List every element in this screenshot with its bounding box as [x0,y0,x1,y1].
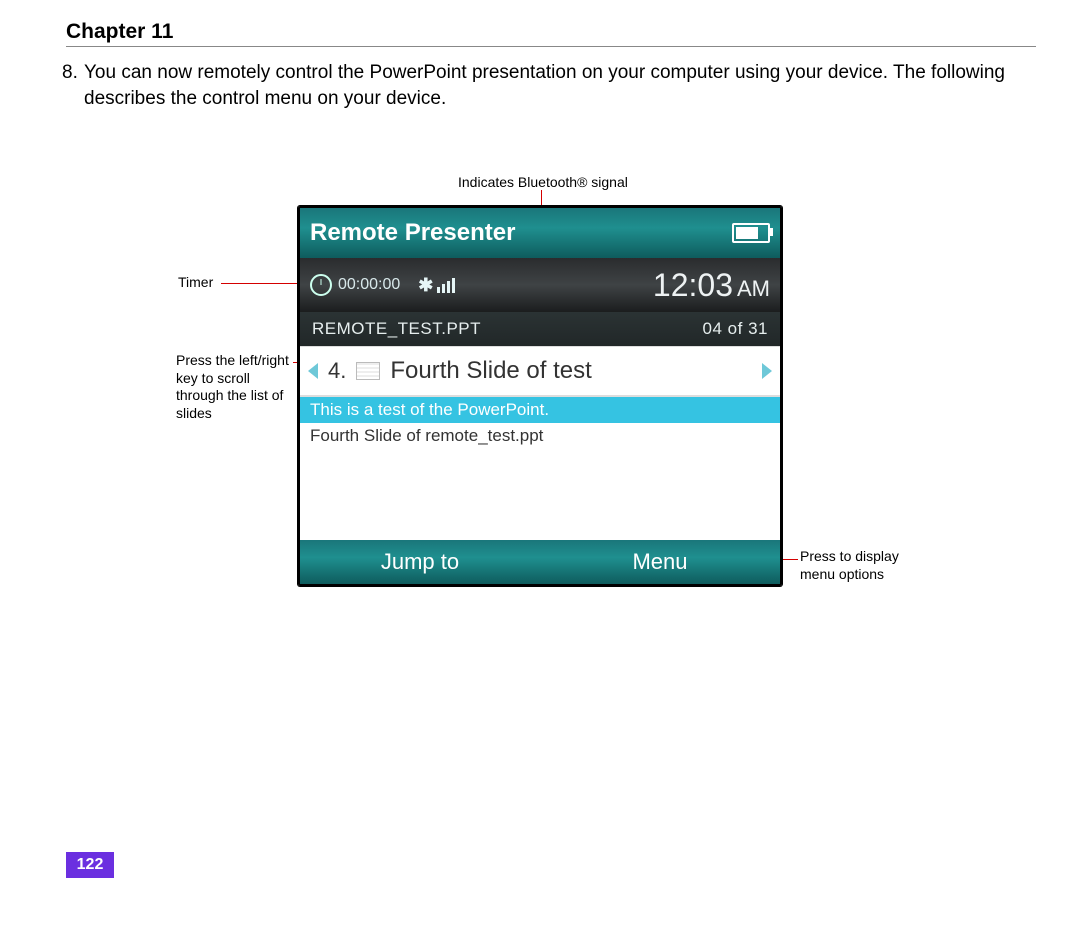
signal-bars-icon [437,278,455,293]
clock-display: 12:03 AM [653,267,770,304]
timer-value: 00:00:00 [338,276,400,294]
chapter-header: Chapter 11 [66,20,1036,47]
timer-display: 00:00:00 [310,274,400,296]
callout-timer: Timer [178,274,213,292]
filename: REMOTE_TEST.PPT [312,319,481,339]
device-screenshot: Remote Presenter 00:00:00 ✱ 12:03 AM REM… [298,206,782,586]
device-title-bar: Remote Presenter [300,208,780,258]
slide-notes: This is a test of the PowerPoint. Fourth… [300,397,780,449]
chevron-left-icon[interactable] [308,363,318,379]
status-bar: 00:00:00 ✱ 12:03 AM [300,258,780,312]
note-line-highlight: This is a test of the PowerPoint. [300,397,780,423]
chapter-title: Chapter 11 [66,20,1036,47]
list-number: 8. [62,60,78,86]
battery-icon [732,223,770,243]
body-paragraph: 8. You can now remotely control the Powe… [84,60,1036,111]
current-slide-title: Fourth Slide of test [390,357,591,385]
page-number: 122 [66,852,114,878]
note-line: Fourth Slide of remote_test.ppt [300,423,780,449]
current-slide-number: 4. [328,358,346,384]
app-title: Remote Presenter [310,219,515,247]
slide-thumbnail-icon [356,362,380,380]
callout-scroll: Press the left/right key to scroll throu… [176,352,290,422]
slide-nav[interactable]: 4. Fourth Slide of test [300,346,780,397]
bluetooth-icon: ✱ [418,275,433,296]
paragraph-text: You can now remotely control the PowerPo… [84,62,1005,109]
clock-ampm: AM [737,276,770,302]
stopwatch-icon [310,274,332,296]
chevron-right-icon[interactable] [762,363,772,379]
callout-bluetooth: Indicates Bluetooth® signal [458,174,628,192]
callout-menu: Press to display menu options [800,548,920,583]
softkey-menu[interactable]: Menu [540,549,780,575]
softkey-jump-to[interactable]: Jump to [300,549,540,575]
file-bar: REMOTE_TEST.PPT 04 of 31 [300,312,780,346]
clock-time: 12:03 [653,267,733,304]
bluetooth-signal: ✱ [418,275,455,296]
slide-position: 04 of 31 [703,319,768,339]
softkey-bar: Jump to Menu [300,540,780,584]
